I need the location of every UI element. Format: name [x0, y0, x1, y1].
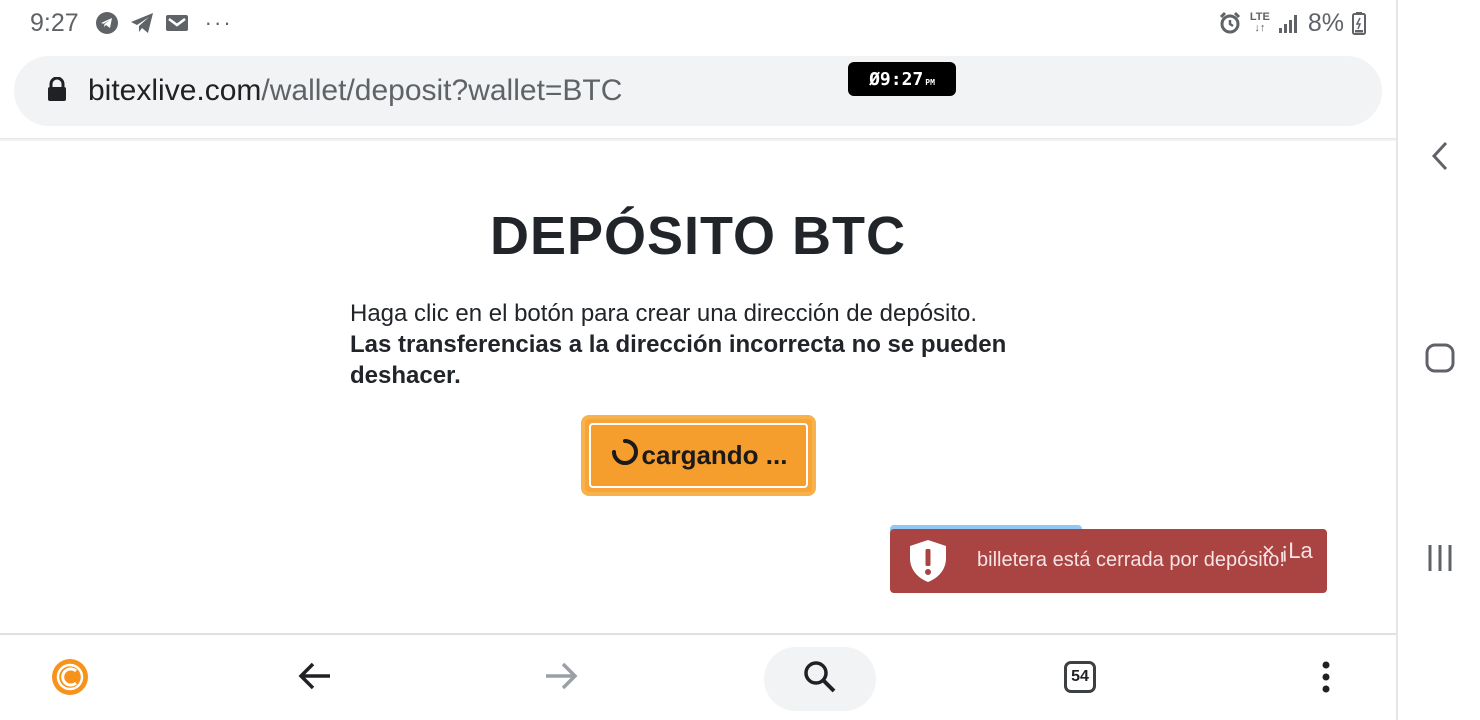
menu-button[interactable]	[1310, 657, 1342, 701]
button-label: cargando ...	[641, 440, 788, 470]
warning-text: Las transferencias a la dirección incorr…	[350, 331, 1007, 389]
error-toast[interactable]: billetera está cerrada por depósito! × ¡…	[890, 529, 1327, 593]
arrow-right-icon	[544, 661, 578, 696]
more-vertical-icon	[1321, 661, 1331, 698]
instruction-text: Haga clic en el botón para crear una dir…	[350, 300, 978, 327]
status-left: 9:27 ···	[30, 9, 233, 38]
back-button[interactable]	[294, 657, 336, 699]
bottom-bar: 54	[0, 635, 1396, 720]
coin-icon	[51, 658, 89, 701]
search-button[interactable]	[764, 647, 876, 711]
status-bar: 9:27 ··· LTE ↓↑ 8%	[0, 0, 1396, 46]
url-path: /wallet/deposit?wallet=BTC	[261, 74, 623, 107]
telegram-icon	[95, 11, 119, 35]
screen: 9:27 ··· LTE ↓↑ 8% bitexlive.com/wallet/…	[0, 0, 1480, 720]
lock-icon[interactable]	[46, 76, 88, 106]
create-address-button[interactable]: cargando ...	[589, 423, 808, 488]
chevron-left-icon	[1430, 140, 1450, 177]
url-domain: bitexlive.com	[88, 74, 262, 107]
overlay-clock: Ø9:27 PM	[848, 62, 956, 96]
page-title: DEPÓSITO BTC	[489, 206, 907, 266]
status-right: LTE ↓↑ 8%	[1218, 9, 1366, 38]
battery-icon	[1352, 11, 1366, 35]
arrow-left-icon	[298, 661, 332, 696]
deposit-instructions: Haga clic en el botón para crear una dir…	[350, 298, 1070, 391]
more-notifications-icon: ···	[204, 10, 233, 35]
lte-icon: LTE ↓↑	[1249, 11, 1270, 34]
alarm-icon	[1218, 11, 1242, 35]
address-bar[interactable]: bitexlive.com/wallet/deposit?wallet=BTC	[14, 56, 1382, 126]
forward-button[interactable]	[540, 657, 582, 699]
recents-icon	[1426, 542, 1454, 579]
telegram-plane-icon	[129, 11, 155, 35]
nav-home-button[interactable]	[1418, 338, 1462, 382]
overlay-clock-time: Ø9:27	[869, 68, 924, 90]
battery-percent: 8%	[1307, 8, 1344, 37]
nav-recents-button[interactable]	[1418, 538, 1462, 582]
lte-label: LTE	[1249, 11, 1270, 23]
signal-icon	[1278, 12, 1300, 34]
url-text[interactable]: bitexlive.com/wallet/deposit?wallet=BTC	[88, 74, 622, 108]
coin-extension-button[interactable]	[50, 658, 90, 701]
toast-close-button[interactable]: × ¡La	[1262, 538, 1313, 564]
toolbar-divider	[0, 138, 1396, 142]
loading-button-focus-ring: cargando ...	[581, 415, 816, 496]
tabs-count: 54	[1064, 661, 1096, 693]
system-nav-bar	[1398, 0, 1480, 720]
tabs-button[interactable]: 54	[1060, 657, 1100, 697]
spinner-icon	[610, 437, 642, 474]
status-time: 9:27	[30, 8, 79, 37]
toast-message: billetera está cerrada por depósito!	[977, 549, 1285, 571]
home-square-icon	[1424, 342, 1456, 379]
search-icon	[803, 660, 837, 699]
overlay-clock-ampm: PM	[925, 77, 935, 87]
nav-back-button[interactable]	[1418, 136, 1462, 180]
gmail-icon	[165, 13, 189, 33]
